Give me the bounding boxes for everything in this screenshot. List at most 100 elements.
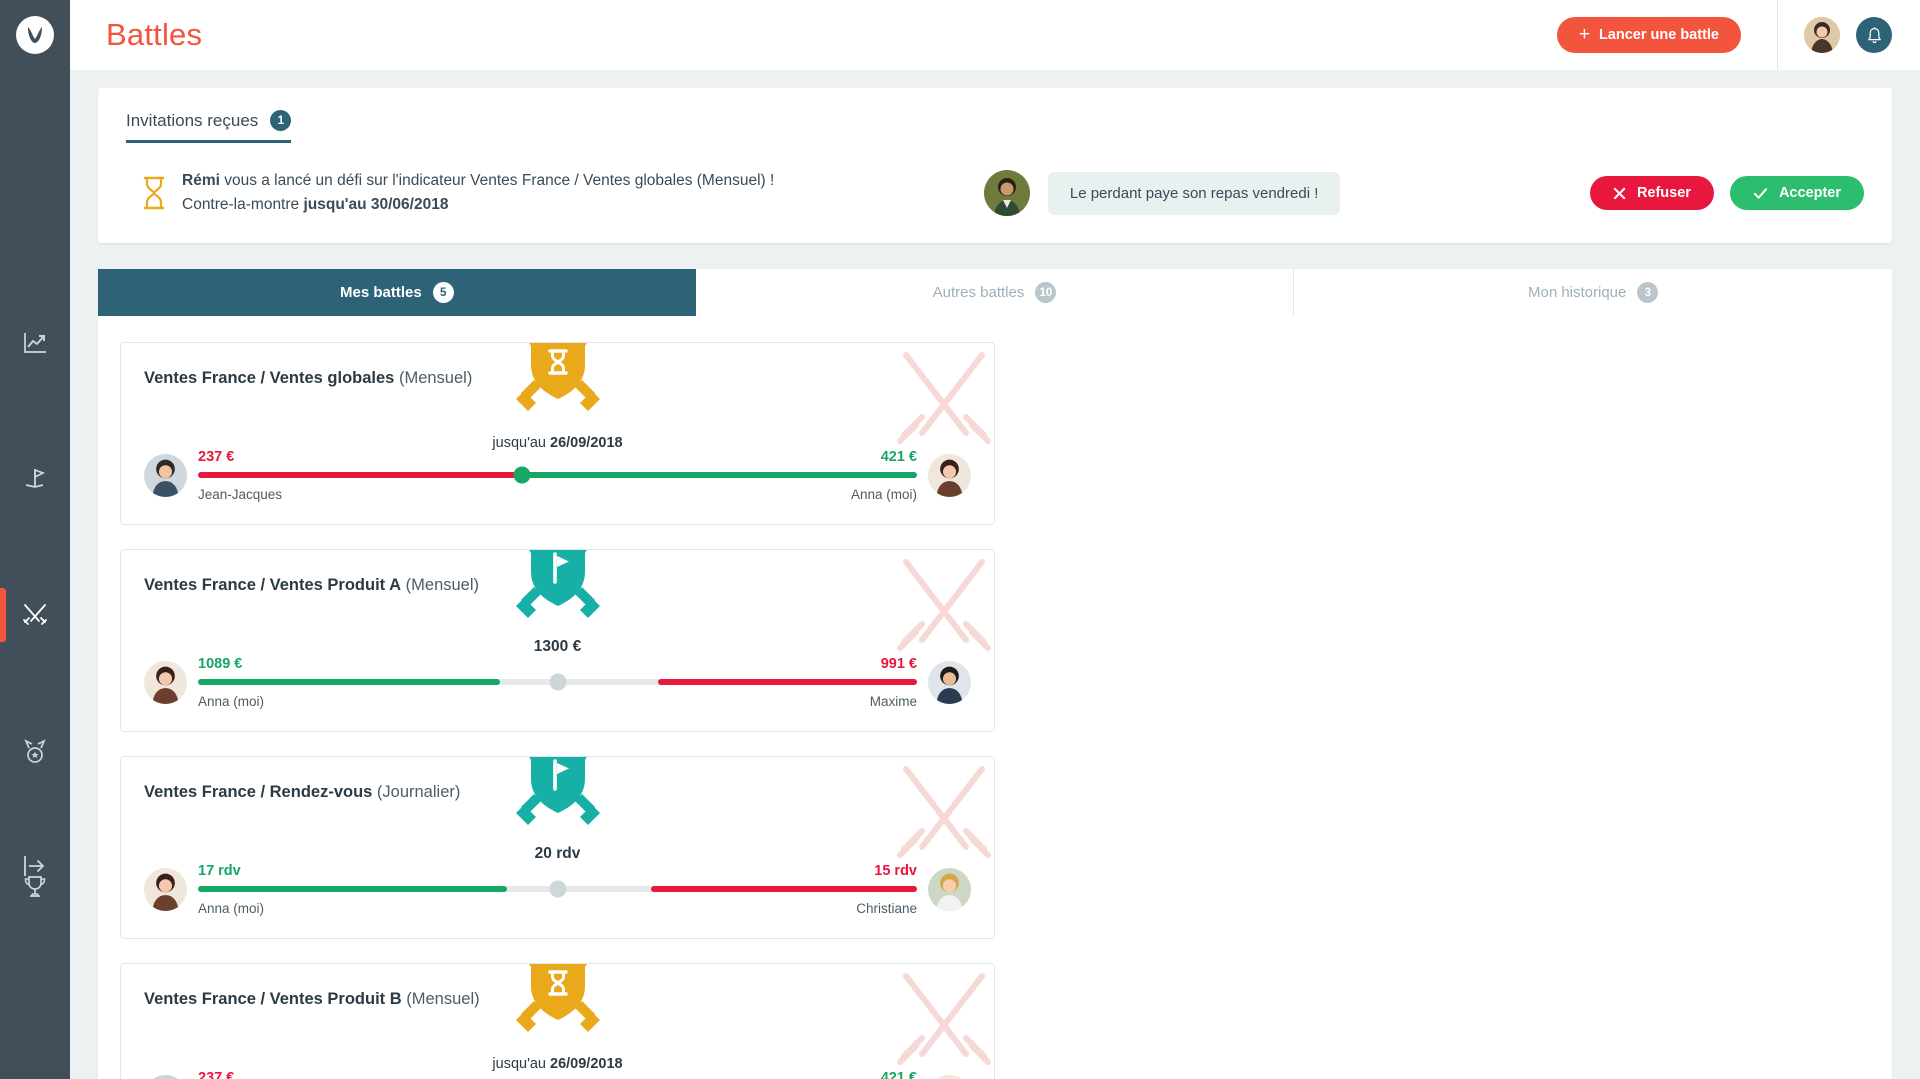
tab-label: Mon historique xyxy=(1527,284,1627,302)
duel-avatar-right[interactable] xyxy=(928,661,971,705)
sidebar-item-stats[interactable] xyxy=(0,320,70,366)
duel-score-right: 421 € xyxy=(880,449,917,466)
topbar-divider xyxy=(1777,0,1778,70)
duel-avatar-left[interactable] xyxy=(144,454,187,498)
invitations-count-badge: 1 xyxy=(270,110,292,131)
refuse-label: Refuser xyxy=(1636,185,1691,202)
tab-mes-battles[interactable]: Mes battles 5 xyxy=(98,269,696,317)
duel-name-left: Anna (moi) xyxy=(198,901,265,917)
battle-period: (Mensuel) xyxy=(401,576,480,595)
sidebar-nav xyxy=(0,320,70,910)
battle-status-shield xyxy=(514,550,602,643)
chart-trending-icon xyxy=(24,333,46,353)
launch-battle-button[interactable]: + Lancer une battle xyxy=(1556,17,1741,53)
duel-avatar-left[interactable] xyxy=(144,1075,187,1079)
battle-indicator-name: Ventes France / Ventes globales xyxy=(144,369,395,388)
page-title: Battles xyxy=(106,17,203,52)
invitation-actions: Refuser Accepter xyxy=(1550,176,1864,211)
duel-avatar-right[interactable] xyxy=(928,454,971,498)
invitations-header[interactable]: Invitations reçues 1 xyxy=(126,110,292,143)
sender-avatar xyxy=(983,170,1030,217)
battle-period: (Mensuel) xyxy=(394,369,473,388)
refuse-button[interactable]: Refuser xyxy=(1589,176,1714,211)
flag-icon xyxy=(25,468,46,488)
duel-avatar-right[interactable] xyxy=(928,868,971,912)
tab-autres-battles[interactable]: Autres battles 10 xyxy=(695,269,1295,317)
invitation-item: Rémi vous a lancé un défi sur l'indicate… xyxy=(126,169,1864,217)
duel-name-right: Christiane xyxy=(856,901,917,917)
duel-bar[interactable] xyxy=(198,880,917,898)
duel-scores: 237 € 421 € xyxy=(198,1070,917,1079)
crossed-swords-watermark-icon xyxy=(897,559,991,652)
tab-mon-historique[interactable]: Mon historique 3 xyxy=(1294,269,1893,317)
duel-avatar-image xyxy=(144,661,187,705)
duel-score-right: 15 rdv xyxy=(874,863,917,880)
crossed-swords-watermark-icon xyxy=(897,973,991,1066)
duel-avatar-image xyxy=(928,661,971,705)
duel-name-left: Jean-Jacques xyxy=(198,487,283,503)
duel-avatar-right[interactable] xyxy=(928,1075,971,1079)
invitation-line-2: Contre-la-montre jusqu'au 30/06/2018 xyxy=(182,193,774,217)
battle-duel-row: 237 € 421 € Jean-Jacques Anna (moi) xyxy=(144,449,971,502)
duel-bar[interactable] xyxy=(198,466,917,484)
duel-bar[interactable] xyxy=(198,673,917,691)
duel-scores: 17 rdv 15 rdv xyxy=(198,863,917,879)
crossed-swords-watermark-icon xyxy=(897,352,991,445)
sidebar-item-badges[interactable] xyxy=(0,728,70,774)
logout-button[interactable] xyxy=(0,853,70,879)
duel-bar-segment-left xyxy=(198,472,522,479)
battle-status-shield xyxy=(514,757,602,850)
user-avatar[interactable] xyxy=(1804,17,1840,53)
crossed-swords-icon xyxy=(23,604,47,625)
duel-bar-segment-right xyxy=(521,472,917,479)
duel-score-left: 17 rdv xyxy=(198,863,241,880)
tab-count-badge: 10 xyxy=(1035,282,1057,304)
hourglass-icon xyxy=(143,176,165,210)
duel-bar-knob[interactable] xyxy=(549,673,566,691)
duel-avatar-left[interactable] xyxy=(144,868,187,912)
battle-title: Ventes France / Ventes Produit A (Mensue… xyxy=(144,576,479,595)
battle-title: Ventes France / Ventes Produit B (Mensue… xyxy=(144,990,480,1009)
check-icon xyxy=(1753,187,1768,199)
battle-card[interactable]: Ventes France / Ventes Produit A (Mensue… xyxy=(120,549,995,733)
duel-bar-segment-right xyxy=(658,679,917,686)
duel-avatar-image xyxy=(928,454,971,498)
duel-bar-knob[interactable] xyxy=(513,466,531,484)
app-logo[interactable] xyxy=(16,16,54,54)
sidebar-item-battles[interactable] xyxy=(0,588,70,642)
invitation-message: Le perdant paye son repas vendredi ! xyxy=(1047,171,1341,215)
battle-card[interactable]: Ventes France / Ventes globales (Mensuel… xyxy=(120,342,995,526)
sidebar-item-challenges[interactable] xyxy=(0,456,70,502)
battle-duel-row: 1089 € 991 € Anna (moi) Maxime xyxy=(144,656,971,709)
battle-title: Ventes France / Rendez-vous (Journalier) xyxy=(144,783,460,802)
tab-count-badge: 3 xyxy=(1637,282,1659,304)
notifications-button[interactable] xyxy=(1856,17,1892,53)
tabs-bar: Mes battles 5 Autres battles 10 Mon historiq… xyxy=(98,269,1893,317)
battle-status-shield xyxy=(514,343,602,436)
duel-avatar-image xyxy=(928,868,971,912)
card-watermark xyxy=(896,349,992,462)
logout-icon xyxy=(24,856,44,876)
tab-label: Autres battles xyxy=(932,284,1025,302)
content-area: Invitations reçues 1 Rémi vous a lancé u… xyxy=(70,70,1920,1079)
duel-score-right: 991 € xyxy=(880,656,917,673)
main-area: Battles + Lancer une battle Invitations … xyxy=(70,0,1920,1079)
battle-card[interactable]: Ventes France / Rendez-vous (Journalier)… xyxy=(120,756,995,940)
battle-period: (Journalier) xyxy=(372,783,461,802)
battles-grid: Ventes France / Ventes globales (Mensuel… xyxy=(120,342,1870,1079)
duel-bar-segment-right xyxy=(650,886,917,893)
duel-bar-knob[interactable] xyxy=(549,880,566,898)
invitation-mode-label: Contre-la-montre xyxy=(182,196,304,214)
battle-card[interactable]: Ventes France / Ventes Produit B (Mensue… xyxy=(120,963,995,1079)
battles-panel: Ventes France / Ventes globales (Mensuel… xyxy=(98,316,1892,1079)
duel-avatar-left[interactable] xyxy=(144,661,187,705)
shield-flag-icon xyxy=(515,757,600,826)
duel-name-right: Anna (moi) xyxy=(850,487,917,503)
sender-avatar-image xyxy=(983,170,1030,217)
accept-button[interactable]: Accepter xyxy=(1729,176,1864,211)
duel-names: Anna (moi) Christiane xyxy=(198,901,917,916)
duel-names: Anna (moi) Maxime xyxy=(198,694,917,709)
battle-title: Ventes France / Ventes globales (Mensuel… xyxy=(144,369,472,388)
battle-period: (Mensuel) xyxy=(401,990,480,1009)
topbar: Battles + Lancer une battle xyxy=(70,0,1920,70)
